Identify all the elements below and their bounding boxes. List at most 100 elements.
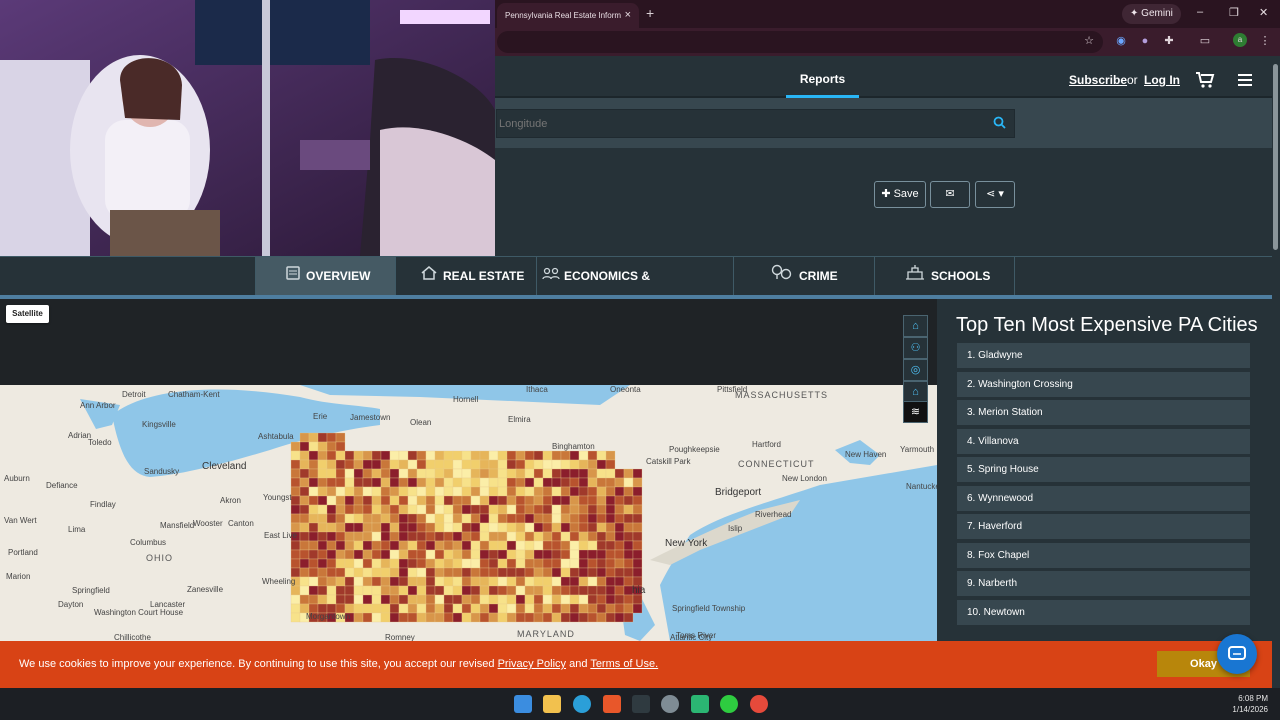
extension-icon[interactable]: ● [1137, 33, 1153, 49]
county-cell [362, 486, 373, 497]
county-cell [488, 603, 499, 614]
county-cell [299, 504, 310, 515]
settings-icon[interactable] [661, 695, 679, 713]
subscribe-link[interactable]: Subscribe [1069, 73, 1127, 87]
pennsylvania-heatmap [290, 432, 643, 623]
map-tool-school-icon[interactable]: ⌂ [903, 381, 928, 403]
browser-menu-icon[interactable]: ⋮ [1257, 33, 1273, 49]
search-icon[interactable] [993, 116, 1006, 134]
tab-overview[interactable]: OVERVIEW [255, 257, 396, 295]
tab-economics-demographics[interactable]: ECONOMICS & DEMOGRAPHICS [537, 257, 734, 322]
login-link[interactable]: Log In [1144, 73, 1180, 87]
terms-of-use-link[interactable]: Terms of Use. [590, 658, 658, 670]
media-icon[interactable]: ▭ [1197, 33, 1213, 49]
county-cell [515, 540, 526, 551]
map-place-label: Elmira [508, 415, 531, 424]
county-cell [578, 540, 589, 551]
city-list-item[interactable]: 5. Spring House [957, 457, 1250, 482]
county-cell [389, 495, 400, 506]
county-cell [362, 576, 373, 587]
city-list-item[interactable]: 8. Fox Chapel [957, 542, 1250, 568]
extension-icon[interactable]: ◉ [1113, 33, 1129, 49]
county-cell [524, 603, 535, 614]
map-tool-crime-icon[interactable]: ◎ [903, 359, 928, 381]
save-button[interactable]: ✚ Save [874, 181, 926, 208]
app-icon[interactable] [632, 695, 650, 713]
city-list-item[interactable]: 6. Wynnewood [957, 485, 1250, 511]
map-tool-house-icon[interactable]: ⌂ [903, 315, 928, 337]
app-icon[interactable] [720, 695, 738, 713]
county-cell [506, 594, 517, 605]
app-icon[interactable] [691, 695, 709, 713]
map-tool-layers-icon[interactable]: ≋ [903, 401, 928, 423]
privacy-policy-link[interactable]: Privacy Policy [498, 658, 566, 670]
cart-icon[interactable] [1195, 71, 1215, 94]
county-cell [326, 477, 337, 488]
chrome-icon[interactable] [750, 695, 768, 713]
map-place-label: Romney [385, 633, 415, 641]
county-cell [605, 513, 616, 524]
edge-icon[interactable] [573, 695, 591, 713]
address-bar[interactable] [497, 31, 1103, 53]
county-cell [308, 594, 319, 605]
county-cell [335, 468, 346, 479]
county-cell [605, 522, 616, 533]
county-cell [308, 576, 319, 587]
city-list-item[interactable]: 9. Narberth [957, 571, 1250, 596]
share-button[interactable]: ⋖ ▾ [975, 181, 1015, 208]
county-cell [515, 594, 526, 605]
tab-schools[interactable]: SCHOOLS [875, 257, 1015, 295]
new-tab-button[interactable]: + [646, 5, 654, 21]
tab-real-estate[interactable]: REAL ESTATE [396, 257, 537, 295]
profile-avatar[interactable]: a [1233, 33, 1247, 47]
clock-time: 6:08 PM [1238, 694, 1268, 703]
webcam-image [0, 0, 495, 256]
email-button[interactable]: ✉ [930, 181, 970, 208]
satellite-toggle-button[interactable]: Satellite [6, 305, 49, 323]
browser-tab[interactable]: Pennsylvania Real Estate Inform × [497, 3, 639, 28]
tab-crime[interactable]: CRIME [734, 257, 875, 295]
map-canvas[interactable]: Detroit Chatham-Kent Ann Arbor Kingsville Ad… [0, 385, 937, 641]
map-tool-people-icon[interactable]: ⚇ [903, 337, 928, 359]
county-cell [461, 450, 472, 461]
county-cell [299, 468, 310, 479]
crime-icon [771, 257, 793, 296]
nav-reports[interactable]: Reports [786, 56, 859, 98]
gemini-button[interactable]: ✦ Gemini [1122, 4, 1181, 24]
file-explorer-icon[interactable] [543, 695, 561, 713]
scrollbar-thumb[interactable] [1273, 64, 1278, 250]
city-list-item[interactable]: 10. Newtown [957, 599, 1250, 625]
county-cell [290, 495, 301, 506]
map-place-label: Akron [220, 496, 241, 505]
county-cell [407, 549, 418, 560]
windows-start-icon[interactable] [514, 695, 532, 713]
minimize-button[interactable]: – [1197, 6, 1203, 18]
maximize-button[interactable]: ❐ [1229, 6, 1239, 19]
bookmark-star-icon[interactable]: ☆ [1081, 33, 1097, 49]
county-cell [461, 468, 472, 479]
county-cell [470, 486, 481, 497]
county-cell [344, 540, 355, 551]
county-cell [407, 603, 418, 614]
brave-icon[interactable] [603, 695, 621, 713]
county-cell [578, 522, 589, 533]
county-cell [308, 468, 319, 479]
county-cell [551, 540, 562, 551]
county-cell [578, 450, 589, 461]
city-list-item[interactable]: 2. Washington Crossing [957, 371, 1250, 397]
tab-close-icon[interactable]: × [625, 3, 631, 28]
county-cell [452, 585, 463, 596]
close-window-button[interactable]: ✕ [1259, 6, 1268, 19]
county-cell [524, 567, 535, 578]
city-list-item[interactable]: 4. Villanova [957, 428, 1250, 454]
city-list-item[interactable]: 1. Gladwyne [957, 343, 1250, 368]
hamburger-menu-icon[interactable] [1238, 73, 1252, 91]
city-list-item[interactable]: 3. Merion Station [957, 400, 1250, 425]
county-cell [614, 585, 625, 596]
extensions-puzzle-icon[interactable]: ✚ [1161, 33, 1177, 49]
county-cell [587, 504, 598, 515]
search-input[interactable] [497, 110, 967, 137]
city-list-item[interactable]: 7. Haverford [957, 514, 1250, 539]
county-cell [524, 585, 535, 596]
chat-widget-button[interactable] [1217, 634, 1257, 674]
